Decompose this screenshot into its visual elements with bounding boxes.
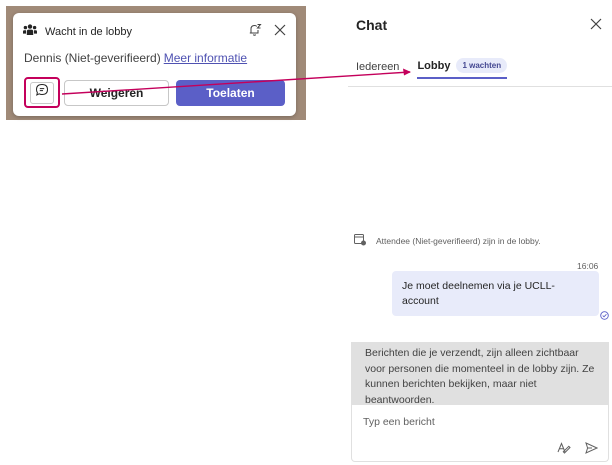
sent-status-icon: [600, 307, 609, 325]
lobby-chat-notice: Berichten die je verzendt, zijn alleen z…: [351, 342, 609, 406]
open-lobby-chat-button[interactable]: [24, 77, 60, 108]
tabs-divider: [348, 86, 612, 87]
close-icon[interactable]: [274, 23, 286, 41]
lobby-door-icon: [354, 234, 376, 248]
send-icon[interactable]: [585, 441, 599, 459]
system-message-text: Attendee (Niet-geverifieerd) zijn in de …: [376, 236, 541, 246]
chat-panel-title: Chat: [356, 17, 388, 33]
outgoing-message: Je moet deelnemen via je UCLL-account: [392, 271, 599, 316]
people-icon: [23, 23, 37, 41]
message-timestamp: 16:06: [577, 261, 599, 271]
more-info-link[interactable]: Meer informatie: [164, 51, 247, 65]
tab-everyone[interactable]: Iedereen: [356, 58, 399, 73]
deny-button[interactable]: Weigeren: [64, 79, 169, 106]
lobby-person-name: Dennis (Niet-geverifieerd): [24, 51, 161, 65]
screenshot-root: Wacht in de lobby Dennis (Niet-geverifie…: [0, 0, 612, 465]
message-compose-box[interactable]: Typ een bericht: [351, 405, 609, 462]
lobby-notification-card: Wacht in de lobby Dennis (Niet-geverifie…: [13, 13, 296, 116]
chat-bubble-icon: [35, 83, 49, 102]
system-message: Attendee (Niet-geverifieerd) zijn in de …: [354, 234, 541, 248]
snooze-notification-icon[interactable]: [248, 23, 262, 42]
admit-button[interactable]: Toelaten: [176, 79, 285, 106]
lobby-card-title: Wacht in de lobby: [45, 26, 133, 38]
tab-lobby-label: Lobby: [417, 59, 451, 72]
chat-tabs: Iedereen Lobby 1 wachten: [356, 58, 508, 84]
close-chat-icon[interactable]: [590, 17, 602, 35]
tab-lobby[interactable]: Lobby 1 wachten: [417, 58, 508, 79]
compose-placeholder: Typ een bericht: [363, 416, 435, 428]
format-icon[interactable]: [557, 441, 571, 459]
lobby-waiting-badge: 1 wachten: [456, 58, 508, 73]
lobby-person-row: Dennis (Niet-geverifieerd) Meer informati…: [24, 51, 247, 65]
lobby-card-buttons: Weigeren Toelaten: [24, 77, 285, 108]
lobby-card-header: Wacht in de lobby: [23, 23, 286, 41]
